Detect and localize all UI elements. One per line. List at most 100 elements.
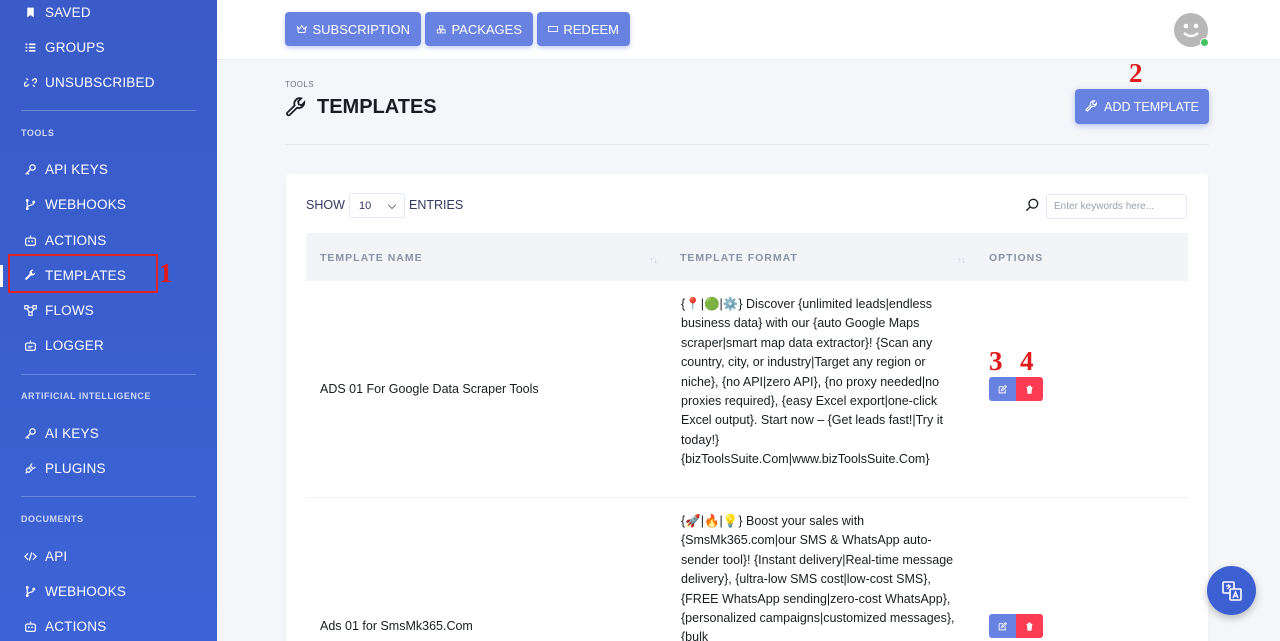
delete-button[interactable] xyxy=(1016,377,1043,401)
sort-icon[interactable]: ↑↓ xyxy=(649,255,658,265)
branch-icon xyxy=(21,196,39,212)
packages-label: PACKAGES xyxy=(451,21,522,37)
subscription-label: SUBSCRIPTION xyxy=(312,21,410,37)
sidebar-item-doc-actions[interactable]: ACTIONS xyxy=(21,615,106,637)
chevron-down-icon xyxy=(387,200,397,210)
annotation-1: 1 xyxy=(159,258,173,288)
section-heading-tools: TOOLS xyxy=(21,128,55,138)
edit-icon xyxy=(998,384,1007,393)
sidebar-item-label: UNSUBSCRIBED xyxy=(45,74,155,90)
code-icon xyxy=(21,548,39,564)
branch-icon xyxy=(21,583,39,599)
sidebar-item-flows[interactable]: FLOWS xyxy=(21,299,94,321)
trash-icon xyxy=(1026,385,1033,394)
sidebar-item-api[interactable]: API xyxy=(21,545,67,567)
sidebar-item-label: ACTIONS xyxy=(45,232,107,248)
sidebar-item-api-keys[interactable]: API KEYS xyxy=(21,158,108,180)
sidebar-item-label: SAVED xyxy=(45,4,91,20)
bookmark-icon xyxy=(21,4,39,20)
sidebar-item-label: API KEYS xyxy=(45,161,109,177)
sidebar-item-label: FLOWS xyxy=(45,302,95,318)
sidebar-item-groups[interactable]: GROUPS xyxy=(21,36,105,58)
page-size-select[interactable]: 10 xyxy=(349,193,405,218)
template-name-cell: Ads 01 for SmsMk365.Com xyxy=(320,619,473,633)
row-divider xyxy=(306,497,1188,498)
packages-button[interactable]: PACKAGES xyxy=(425,12,533,46)
robot-icon xyxy=(21,232,39,248)
annotation-4: 4 xyxy=(1020,346,1034,376)
template-format-cell: {📍|🟢|⚙️} Discover {unlimited leads|endle… xyxy=(681,297,943,467)
column-header-template-name[interactable]: TEMPLATE NAME xyxy=(320,252,423,264)
wrench-icon xyxy=(1085,100,1098,112)
key-icon xyxy=(21,425,39,441)
sort-icon[interactable]: ↑↓ xyxy=(957,255,966,265)
column-header-options: OPTIONS xyxy=(989,252,1044,264)
translate-icon xyxy=(1221,580,1242,601)
table-header: TEMPLATE NAME ↑↓ TEMPLATE FORMAT ↑↓ OPTI… xyxy=(306,233,1188,281)
page-size-value: 10 xyxy=(359,200,372,212)
boxes-icon xyxy=(436,25,446,34)
delete-button[interactable] xyxy=(1016,614,1043,638)
sidebar-item-doc-webhooks[interactable]: WEBHOOKS xyxy=(21,580,126,602)
add-template-button[interactable]: ADD TEMPLATE xyxy=(1075,89,1209,124)
sidebar-item-label: PLUGINS xyxy=(45,460,106,476)
annotation-2: 2 xyxy=(1129,58,1143,88)
edit-button[interactable] xyxy=(989,377,1016,401)
divider xyxy=(21,374,196,375)
edit-button[interactable] xyxy=(989,614,1016,638)
wrench-icon xyxy=(286,96,306,116)
template-name-cell: ADS 01 For Google Data Scraper Tools xyxy=(320,382,539,396)
list-icon xyxy=(21,39,39,55)
redeem-label: REDEEM xyxy=(563,21,619,37)
logger-icon xyxy=(21,337,39,353)
subscription-button[interactable]: SUBSCRIPTION xyxy=(285,12,421,46)
topbar: SUBSCRIPTION PACKAGES REDEEM xyxy=(217,0,1280,60)
page-title: TEMPLATES xyxy=(285,96,437,119)
sidebar-item-unsubscribed[interactable]: UNSUBSCRIBED xyxy=(21,71,155,93)
plug-icon xyxy=(21,460,39,476)
sidebar-item-label: ACTIONS xyxy=(45,618,107,634)
divider xyxy=(21,496,196,497)
sidebar-item-webhooks[interactable]: WEBHOOKS xyxy=(21,193,126,215)
online-status-dot xyxy=(1200,38,1209,47)
sidebar-item-actions[interactable]: ACTIONS xyxy=(21,229,106,251)
sidebar-item-label: AI KEYS xyxy=(45,425,99,441)
flow-icon xyxy=(21,302,39,318)
divider xyxy=(21,110,196,111)
translate-button[interactable] xyxy=(1207,566,1256,615)
divider xyxy=(285,144,1209,145)
show-label: SHOW xyxy=(306,198,345,212)
section-heading-documents: DOCUMENTS xyxy=(21,514,84,524)
breadcrumb: TOOLS xyxy=(285,80,314,89)
sidebar-item-saved[interactable]: SAVED xyxy=(21,1,91,23)
sidebar-item-plugins[interactable]: PLUGINS xyxy=(21,457,106,479)
key-icon xyxy=(21,161,39,177)
page-title-text: TEMPLATES xyxy=(317,96,437,118)
redeem-button[interactable]: REDEEM xyxy=(537,12,630,46)
search-input[interactable] xyxy=(1046,194,1187,219)
annotation-3: 3 xyxy=(989,346,1003,376)
sidebar-item-ai-keys[interactable]: AI KEYS xyxy=(21,422,99,444)
sidebar: SAVED GROUPS UNSUBSCRIBED TOOLS API KEYS… xyxy=(0,0,217,641)
add-template-label: ADD TEMPLATE xyxy=(1104,99,1199,114)
trash-icon xyxy=(1026,622,1033,631)
sidebar-item-label: WEBHOOKS xyxy=(45,196,127,212)
ticket-icon xyxy=(548,25,559,33)
crown-icon xyxy=(296,24,307,34)
entries-label: ENTRIES xyxy=(409,198,464,212)
sidebar-item-label: API xyxy=(45,548,68,564)
avatar[interactable] xyxy=(1174,13,1209,47)
active-indicator xyxy=(0,265,3,287)
template-format-cell: {🚀|🔥|💡} Boost your sales with {SmsMk365.… xyxy=(681,514,955,641)
highlight-box xyxy=(8,254,158,293)
edit-icon xyxy=(998,621,1007,630)
sidebar-item-logger[interactable]: LOGGER xyxy=(21,334,104,356)
sidebar-item-label: LOGGER xyxy=(45,337,104,353)
sidebar-item-label: GROUPS xyxy=(45,39,105,55)
search-icon xyxy=(1025,198,1039,212)
unlink-icon xyxy=(21,74,39,90)
robot-icon xyxy=(21,618,39,634)
column-header-template-format[interactable]: TEMPLATE FORMAT xyxy=(680,252,798,264)
section-heading-ai: ARTIFICIAL INTELLIGENCE xyxy=(21,391,151,401)
sidebar-item-label: WEBHOOKS xyxy=(45,583,127,599)
